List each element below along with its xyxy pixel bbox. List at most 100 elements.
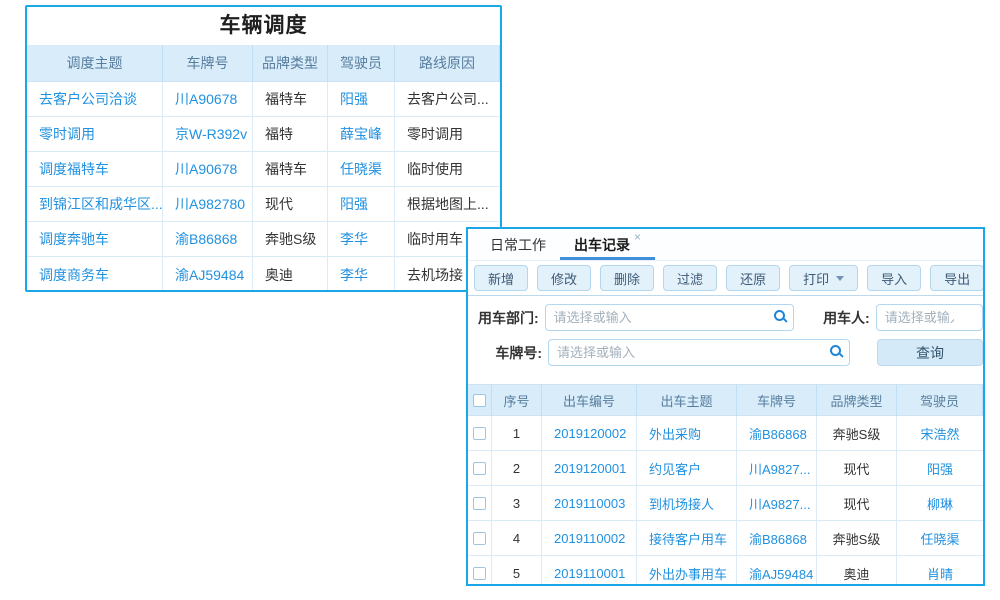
table-row[interactable]: 调度福特车川A90678福特车任晓渠临时使用 (27, 152, 500, 187)
print-button-label: 打印 (803, 269, 829, 288)
tab-label: 日常工作 (490, 235, 546, 255)
cell-link[interactable]: 肖晴 (897, 556, 983, 586)
table-cell: 1 (492, 416, 542, 451)
cell-link[interactable]: 川A90678 (163, 152, 253, 187)
tab-trip-records[interactable]: 出车记录 × (560, 229, 655, 260)
table-cell: 奔驰S级 (817, 416, 897, 451)
cell-link[interactable]: 阳强 (328, 187, 395, 222)
table-row[interactable]: 到锦江区和成华区...川A982780现代阳强根据地图上... (27, 187, 500, 222)
restore-button[interactable]: 还原 (726, 265, 780, 291)
cell-link[interactable]: 川A9827... (737, 486, 817, 521)
import-button[interactable]: 导入 (867, 265, 921, 291)
select-all-checkbox[interactable] (473, 394, 486, 407)
row-checkbox[interactable] (473, 462, 486, 475)
table-cell: 现代 (253, 187, 328, 222)
table-row[interactable]: 零时调用京W-R392v福特薛宝峰零时调用 (27, 117, 500, 152)
cell-link[interactable]: 渝AJ59484 (163, 257, 253, 292)
cell-link[interactable]: 柳琳 (897, 486, 983, 521)
plate-input[interactable] (548, 339, 850, 366)
cell-link[interactable]: 到机场接人 (637, 486, 737, 521)
dept-label: 用车部门: (478, 308, 539, 328)
cell-link[interactable]: 渝AJ59484 (737, 556, 817, 586)
table-header-row: 调度主题车牌号品牌类型驾驶员路线原因 (27, 45, 500, 82)
cell-link[interactable]: 李华 (328, 257, 395, 292)
cell-link[interactable]: 约见客户 (637, 451, 737, 486)
cell-link[interactable]: 2019110002 (542, 521, 637, 556)
row-checkbox[interactable] (473, 532, 486, 545)
cell-link[interactable]: 阳强 (328, 82, 395, 117)
cell-link[interactable]: 去客户公司洽谈 (27, 82, 163, 117)
cell-link[interactable]: 零时调用 (27, 117, 163, 152)
cell-link[interactable]: 川A982780 (163, 187, 253, 222)
panel-title: 车辆调度 (27, 7, 500, 45)
cell-link[interactable]: 外出采购 (637, 416, 737, 451)
cell-link[interactable]: 京W-R392v (163, 117, 253, 152)
table-cell: 5 (492, 556, 542, 586)
table-cell: 2 (492, 451, 542, 486)
table-row[interactable]: 调度奔驰车渝B86868奔驰S级李华临时用车 (27, 222, 500, 257)
cell-link[interactable]: 任晓渠 (897, 521, 983, 556)
table-row[interactable]: 22019120001约见客户川A9827...现代阳强 (468, 451, 983, 486)
cell-link[interactable]: 薛宝峰 (328, 117, 395, 152)
cell-link[interactable]: 2019110001 (542, 556, 637, 586)
table-header-row: 序号出车编号出车主题车牌号品牌类型驾驶员 (468, 384, 983, 416)
table-cell: 3 (492, 486, 542, 521)
cell-link[interactable]: 任晓渠 (328, 152, 395, 187)
tab-daily-work[interactable]: 日常工作 (476, 229, 560, 260)
cell-link[interactable]: 2019110003 (542, 486, 637, 521)
cell-link[interactable]: 渝B86868 (737, 416, 817, 451)
dept-input-wrap (545, 304, 794, 331)
checkbox-cell (468, 416, 492, 451)
column-header: 品牌类型 (817, 385, 897, 416)
cell-link[interactable]: 阳强 (897, 451, 983, 486)
column-header: 调度主题 (27, 45, 163, 82)
cell-link[interactable]: 接待客户用车 (637, 521, 737, 556)
table-row[interactable]: 32019110003到机场接人川A9827...现代柳琳 (468, 486, 983, 521)
table-cell: 去客户公司... (395, 82, 500, 117)
column-header: 序号 (492, 385, 542, 416)
column-header: 出车主题 (637, 385, 737, 416)
checkbox-cell (468, 451, 492, 486)
tab-bar: 日常工作 出车记录 × (468, 229, 983, 261)
close-icon[interactable]: × (634, 229, 641, 245)
cell-link[interactable]: 调度奔驰车 (27, 222, 163, 257)
column-header: 驾驶员 (328, 45, 395, 82)
query-button[interactable]: 查询 (877, 339, 983, 366)
table-cell: 现代 (817, 451, 897, 486)
row-checkbox[interactable] (473, 497, 486, 510)
cell-link[interactable]: 到锦江区和成华区... (27, 187, 163, 222)
table-cell: 奔驰S级 (253, 222, 328, 257)
row-checkbox[interactable] (473, 427, 486, 440)
dept-input[interactable] (545, 304, 794, 331)
cell-link[interactable]: 调度福特车 (27, 152, 163, 187)
search-icon[interactable] (830, 345, 841, 356)
table-row[interactable]: 调度商务车渝AJ59484奥迪李华去机场接 (27, 257, 500, 292)
cell-link[interactable]: 渝B86868 (163, 222, 253, 257)
search-icon[interactable] (774, 310, 785, 321)
table-row[interactable]: 12019120002外出采购渝B86868奔驰S级宋浩然 (468, 416, 983, 451)
add-button[interactable]: 新增 (474, 265, 528, 291)
filter-button[interactable]: 过滤 (663, 265, 717, 291)
export-button[interactable]: 导出 (930, 265, 984, 291)
table-row[interactable]: 去客户公司洽谈川A90678福特车阳强去客户公司... (27, 82, 500, 117)
table-cell: 4 (492, 521, 542, 556)
cell-link[interactable]: 2019120002 (542, 416, 637, 451)
edit-button[interactable]: 修改 (537, 265, 591, 291)
cell-link[interactable]: 2019120001 (542, 451, 637, 486)
cell-link[interactable]: 川A9827... (737, 451, 817, 486)
cell-link[interactable]: 宋浩然 (897, 416, 983, 451)
cell-link[interactable]: 川A90678 (163, 82, 253, 117)
filter-form: 用车部门: 用车人: 车牌号: 查询 (468, 296, 983, 384)
cell-link[interactable]: 李华 (328, 222, 395, 257)
cell-link[interactable]: 渝B86868 (737, 521, 817, 556)
plate-input-wrap (548, 339, 850, 366)
print-button[interactable]: 打印 (789, 265, 858, 291)
table-row[interactable]: 42019110002接待客户用车渝B86868奔驰S级任晓渠 (468, 521, 983, 556)
user-input[interactable] (876, 304, 983, 331)
table-row[interactable]: 52019110001外出办事用车渝AJ59484奥迪肖晴 (468, 556, 983, 586)
column-header: 车牌号 (737, 385, 817, 416)
row-checkbox[interactable] (473, 567, 486, 580)
cell-link[interactable]: 调度商务车 (27, 257, 163, 292)
delete-button[interactable]: 删除 (600, 265, 654, 291)
cell-link[interactable]: 外出办事用车 (637, 556, 737, 586)
